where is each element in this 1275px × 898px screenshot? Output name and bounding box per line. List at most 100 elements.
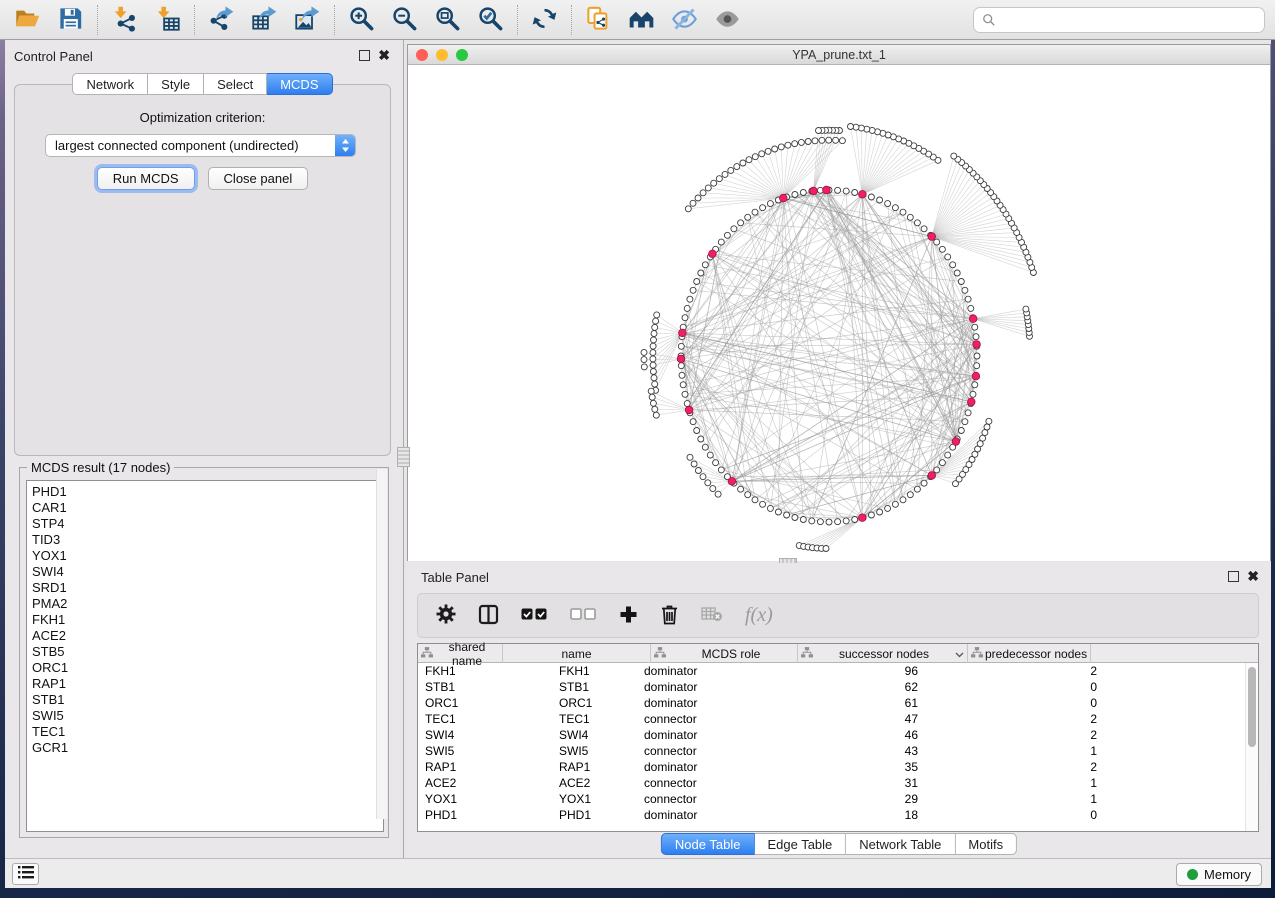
function-icon: f(x) xyxy=(745,604,773,627)
table-row[interactable]: RAP1 RAP1 dominator 35 2 xyxy=(418,759,1244,775)
open-file-button[interactable] xyxy=(6,3,49,37)
houses-icon xyxy=(628,5,655,35)
close-panel-icon[interactable]: ✖ xyxy=(378,50,390,61)
table-row[interactable]: FKH1 FKH1 dominator 96 2 xyxy=(418,663,1244,679)
export-image-button[interactable] xyxy=(286,3,329,37)
show-column-button[interactable] xyxy=(478,604,499,628)
table-row[interactable]: STB1 STB1 dominator 62 0 xyxy=(418,679,1244,695)
mcds-result-item[interactable]: YOX1 xyxy=(32,548,383,564)
column-header[interactable]: name xyxy=(503,644,651,663)
table-type-tab[interactable]: Node Table xyxy=(661,833,755,855)
mcds-result-item[interactable]: CAR1 xyxy=(32,500,383,516)
float-panel-icon[interactable] xyxy=(1228,571,1239,582)
table-type-tab[interactable]: Motifs xyxy=(955,833,1017,855)
zoom-fit-icon xyxy=(434,5,461,35)
vertical-splitter-handle[interactable] xyxy=(397,447,410,467)
mcds-result-item[interactable]: STP4 xyxy=(32,516,383,532)
close-panel-button[interactable]: Close panel xyxy=(208,167,309,190)
first-neighbors-button[interactable] xyxy=(620,3,663,37)
hide-selected-button[interactable] xyxy=(663,3,706,37)
column-header[interactable]: shared name xyxy=(418,644,503,663)
memory-button[interactable]: Memory xyxy=(1176,863,1262,886)
criterion-value: largest connected component (undirected) xyxy=(46,138,335,153)
control-panel-tab[interactable]: Style xyxy=(148,73,204,95)
table-scrollbar[interactable] xyxy=(1245,663,1258,831)
column-header[interactable]: MCDS role xyxy=(651,644,798,663)
mcds-result-item[interactable]: STB5 xyxy=(32,644,383,660)
table-type-tab[interactable]: Edge Table xyxy=(754,833,846,855)
mcds-result-item[interactable]: PMA2 xyxy=(32,596,383,612)
attribute-icon xyxy=(421,647,433,661)
mcds-result-item[interactable]: PHD1 xyxy=(32,484,383,500)
main-toolbar xyxy=(0,0,1275,40)
mcds-result-item[interactable]: SWI4 xyxy=(32,564,383,580)
network-canvas[interactable] xyxy=(408,65,1270,561)
mcds-result-item[interactable]: RAP1 xyxy=(32,676,383,692)
mcds-result-item[interactable]: ORC1 xyxy=(32,660,383,676)
search-input[interactable] xyxy=(1002,13,1256,28)
network-window-titlebar[interactable]: YPA_prune.txt_1 xyxy=(408,45,1270,65)
deselect-all-checkboxes-button[interactable] xyxy=(570,607,597,624)
refresh-button[interactable] xyxy=(523,3,566,37)
table-row[interactable]: YOX1 YOX1 connector 29 1 xyxy=(418,791,1244,807)
zoom-in-button[interactable] xyxy=(340,3,383,37)
refresh-icon xyxy=(531,5,558,35)
toolbar-separator xyxy=(97,5,98,35)
mcds-list-scrollbar[interactable] xyxy=(376,469,387,819)
table-type-tab[interactable]: Network Table xyxy=(846,833,955,855)
zoom-out-button[interactable] xyxy=(383,3,426,37)
control-panel: Control Panel ✖ NetworkStyleSelectMCDS O… xyxy=(5,40,400,858)
float-panel-icon[interactable] xyxy=(359,50,370,61)
column-header[interactable]: successor nodes xyxy=(798,644,968,663)
close-panel-icon[interactable]: ✖ xyxy=(1247,571,1259,582)
run-mcds-button[interactable]: Run MCDS xyxy=(97,167,195,190)
table-header-row: shared name name MCDS role xyxy=(418,644,1258,663)
criterion-dropdown[interactable]: largest connected component (undirected) xyxy=(45,134,356,157)
table-row[interactable]: ACE2 ACE2 connector 31 1 xyxy=(418,775,1244,791)
table-row[interactable]: SWI4 SWI4 dominator 46 2 xyxy=(418,727,1244,743)
search-icon xyxy=(982,13,996,27)
export-table-button[interactable] xyxy=(243,3,286,37)
network-graph xyxy=(408,65,1270,561)
mcds-result-list: PHD1CAR1STP4TID3YOX1SWI4SRD1PMA2FKH1ACE2… xyxy=(26,480,384,832)
scrollbar-thumb[interactable] xyxy=(1248,667,1256,747)
zoom-out-icon xyxy=(391,5,418,35)
show-all-button[interactable] xyxy=(706,3,749,37)
control-panel-tab[interactable]: Select xyxy=(204,73,267,95)
mcds-result-item[interactable]: STB1 xyxy=(32,692,383,708)
table-settings-button[interactable] xyxy=(436,604,456,627)
select-all-checkboxes-button[interactable] xyxy=(521,607,548,624)
toolbar-separator xyxy=(517,5,518,35)
mcds-result-item[interactable]: SRD1 xyxy=(32,580,383,596)
trash-icon xyxy=(660,604,679,628)
plus-icon xyxy=(619,605,638,627)
table-row[interactable]: SWI5 SWI5 connector 43 1 xyxy=(418,743,1244,759)
export-network-button[interactable] xyxy=(200,3,243,37)
table-row[interactable]: PHD1 PHD1 dominator 18 0 xyxy=(418,807,1244,823)
table-row[interactable]: ORC1 ORC1 dominator 61 0 xyxy=(418,695,1244,711)
attribute-icon xyxy=(654,647,666,661)
mcds-result-item[interactable]: FKH1 xyxy=(32,612,383,628)
import-table-button[interactable] xyxy=(146,3,189,37)
import-network-button[interactable] xyxy=(103,3,146,37)
control-panel-tab[interactable]: Network xyxy=(72,73,148,95)
memory-status-icon xyxy=(1187,869,1198,880)
sort-chevron-icon[interactable] xyxy=(955,647,964,661)
control-panel-tab[interactable]: MCDS xyxy=(267,73,332,95)
mcds-result-item[interactable]: TEC1 xyxy=(32,724,383,740)
delete-column-button[interactable] xyxy=(660,604,679,628)
mcds-result-item[interactable]: ACE2 xyxy=(32,628,383,644)
mcds-result-item[interactable]: GCR1 xyxy=(32,740,383,756)
table-row[interactable]: TEC1 TEC1 connector 47 2 xyxy=(418,711,1244,727)
dropdown-stepper-icon xyxy=(335,135,355,156)
column-header[interactable]: predecessor nodes xyxy=(968,644,1091,663)
copy-network-button[interactable] xyxy=(577,3,620,37)
control-panel-title: Control Panel xyxy=(14,49,93,64)
add-column-button[interactable] xyxy=(619,605,638,627)
mcds-result-item[interactable]: SWI5 xyxy=(32,708,383,724)
zoom-fit-button[interactable] xyxy=(426,3,469,37)
save-session-button[interactable] xyxy=(49,3,92,37)
task-history-button[interactable] xyxy=(12,863,39,885)
mcds-result-item[interactable]: TID3 xyxy=(32,532,383,548)
zoom-selected-button[interactable] xyxy=(469,3,512,37)
